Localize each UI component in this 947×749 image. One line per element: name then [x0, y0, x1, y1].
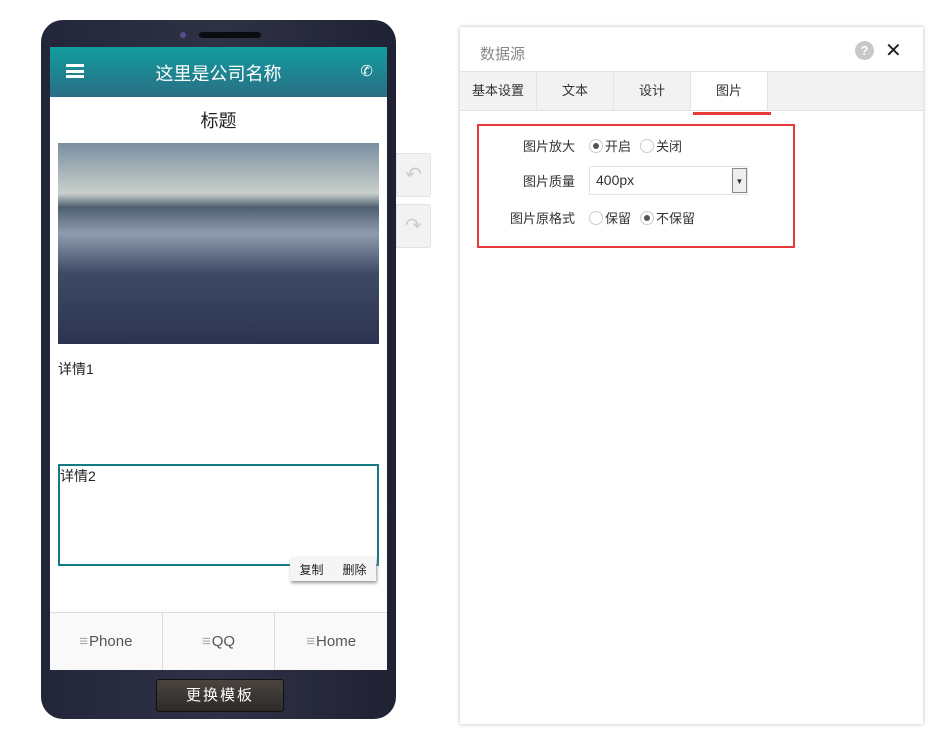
footer-item-home[interactable]: ≡ Home [275, 613, 387, 670]
quality-label: 图片质量 [522, 174, 575, 189]
change-template-button[interactable]: 更换模板 [156, 679, 284, 712]
quality-select[interactable]: 400px ▼ [589, 166, 748, 195]
radio-label: 不保留 [656, 211, 696, 226]
chevron-down-icon[interactable]: ▼ [732, 168, 747, 193]
no-keep-radio[interactable]: 不保留 [640, 208, 695, 227]
copy-button[interactable]: 复制 [299, 561, 323, 578]
tab-image[interactable]: 图片 [691, 72, 771, 115]
zoom-label: 图片放大 [522, 139, 575, 154]
detail-1[interactable]: 详情1 [58, 359, 94, 379]
footer-item-qq[interactable]: ≡ QQ [163, 613, 276, 670]
menu-icon: ≡ [306, 633, 316, 650]
close-icon[interactable]: ✕ [885, 38, 902, 63]
landscape-image[interactable] [58, 143, 379, 344]
properties-panel: 数据源 ? ✕ 基本设置 文本 设计 图片 图片放大 开启 关闭 图片质量 40… [460, 27, 923, 724]
radio-checked-icon [640, 210, 655, 225]
format-label: 图片原格式 [509, 211, 575, 226]
radio-label: 保留 [605, 211, 632, 226]
element-actions: 复制 删除 [290, 557, 376, 581]
radio-label: 关闭 [656, 139, 683, 154]
camera-icon [180, 32, 186, 38]
radio-label: 开启 [605, 139, 632, 154]
footer-label: Home [316, 633, 357, 650]
panel-title: 数据源 [480, 46, 526, 63]
detail-2-selected[interactable]: 详情2 [58, 464, 379, 566]
footer-label: Phone [89, 633, 133, 650]
redo-button[interactable]: ↷ [396, 204, 431, 248]
radio-checked-icon [589, 138, 603, 153]
menu-icon: ≡ [201, 633, 211, 650]
panel-tabs: 基本设置 文本 设计 图片 [460, 71, 923, 115]
radio-unchecked-icon [640, 138, 655, 153]
footer-label: QQ [211, 633, 236, 650]
delete-button[interactable]: 删除 [342, 561, 366, 578]
redo-icon: ↷ [405, 215, 422, 237]
menu-icon: ≡ [79, 633, 89, 650]
app-header: 这里是公司名称 ✆ [50, 47, 387, 97]
footer-nav: ≡ Phone ≡ QQ ≡ Home [50, 612, 387, 670]
speaker-icon [199, 32, 261, 38]
radio-unchecked-icon [589, 210, 603, 225]
page-title[interactable]: 标题 [50, 107, 387, 135]
help-icon[interactable]: ? [855, 41, 874, 60]
footer-item-phone[interactable]: ≡ Phone [50, 613, 163, 670]
tab-basic-settings[interactable]: 基本设置 [460, 72, 537, 110]
company-name: 这里是公司名称 [155, 64, 282, 84]
undo-icon: ↶ [405, 164, 422, 186]
tab-text[interactable]: 文本 [537, 72, 614, 110]
phone-preview: 这里是公司名称 ✆ 标题 详情1 详情2 复制 删除 ≡ Phone ≡ QQ ≡ H… [41, 20, 396, 719]
zoom-off-radio[interactable]: 关闭 [640, 136, 682, 155]
phone-screen: 这里是公司名称 ✆ 标题 详情1 详情2 复制 删除 ≡ Phone ≡ QQ ≡ H… [50, 47, 387, 670]
quality-value: 400px [596, 172, 635, 188]
detail-2-text: 详情2 [60, 468, 96, 484]
phone-call-icon[interactable]: ✆ [360, 62, 373, 80]
undo-button[interactable]: ↶ [396, 153, 431, 197]
tab-design[interactable]: 设计 [614, 72, 691, 110]
zoom-on-radio[interactable]: 开启 [589, 136, 631, 155]
keep-radio[interactable]: 保留 [589, 208, 631, 227]
image-settings-form: 图片放大 开启 关闭 图片质量 400px ▼ 图片原格式 保留 不保留 [477, 124, 795, 248]
